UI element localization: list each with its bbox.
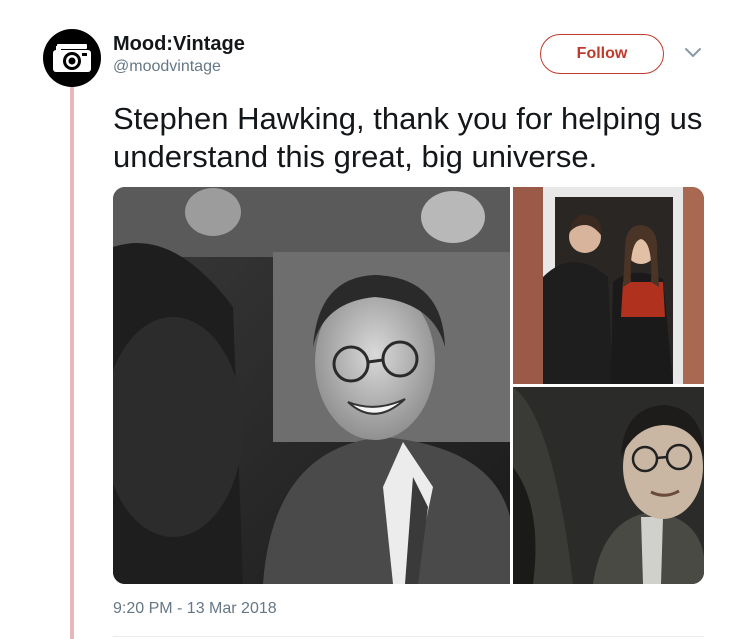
display-name[interactable]: Mood:Vintage (113, 33, 245, 55)
thread-line (70, 86, 74, 639)
more-menu-button[interactable] (684, 46, 702, 58)
user-handle[interactable]: @moodvintage (113, 56, 245, 78)
photo-couple-doorway[interactable] (513, 187, 704, 384)
follow-button[interactable]: Follow (540, 34, 664, 74)
divider (113, 636, 704, 637)
tweet-timestamp[interactable]: 9:20 PM - 13 Mar 2018 (113, 599, 277, 619)
camera-icon (53, 44, 91, 72)
chevron-down-icon (685, 48, 701, 57)
photo-hawking-chair[interactable] (513, 387, 704, 584)
user-info: Mood:Vintage @moodvintage (113, 33, 245, 78)
avatar[interactable] (43, 29, 101, 87)
photo-hawking-portrait[interactable] (113, 187, 510, 584)
media-grid (113, 187, 704, 584)
tweet-text: Stephen Hawking, thank you for helping u… (113, 101, 703, 174)
